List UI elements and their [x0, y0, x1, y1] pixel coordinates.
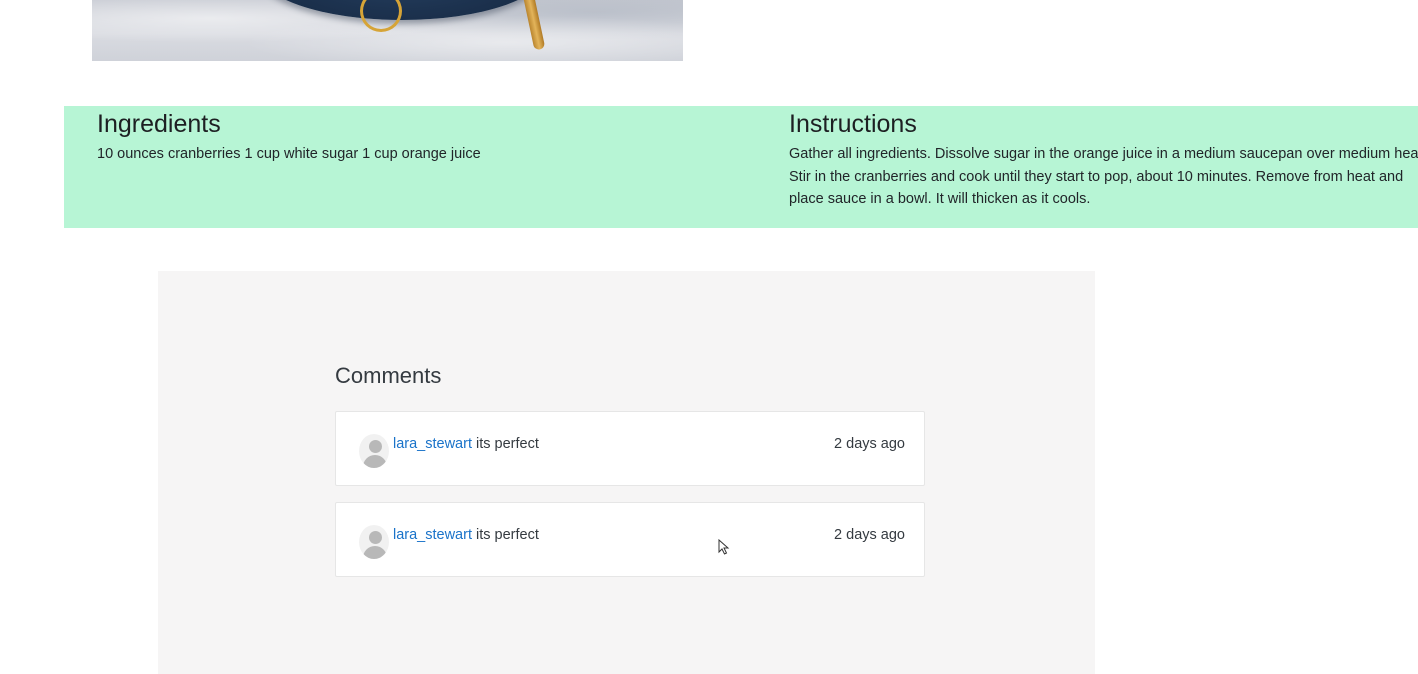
spoon-graphic	[521, 0, 546, 51]
instructions-title: Instructions	[789, 110, 917, 138]
instructions-text: Gather all ingredients. Dissolve sugar i…	[789, 146, 1418, 207]
orange-peel-graphic	[360, 0, 402, 32]
instructions-section: Instructions Gather all ingredients. Dis…	[789, 106, 1418, 211]
comment-timestamp: 2 days ago	[834, 436, 905, 452]
recipe-image	[92, 0, 683, 61]
comment-username-link[interactable]: lara_stewart	[393, 436, 472, 452]
comment-item: lara_stewart its perfect 2 days ago	[335, 411, 925, 486]
ingredients-text: 10 ounces cranberries 1 cup white sugar …	[97, 146, 481, 162]
recipe-page: Ingredients 10 ounces cranberries 1 cup …	[0, 0, 1418, 674]
comment-message: its perfect	[476, 436, 539, 452]
comment-timestamp: 2 days ago	[834, 527, 905, 543]
user-avatar-icon	[359, 525, 389, 559]
comment-message: its perfect	[476, 527, 539, 543]
comment-body: lara_stewart its perfect	[393, 525, 539, 545]
mouse-pointer-icon	[718, 539, 730, 555]
comments-title: Comments	[335, 363, 442, 388]
comment-username-link[interactable]: lara_stewart	[393, 527, 472, 543]
ingredients-section: Ingredients 10 ounces cranberries 1 cup …	[97, 106, 747, 166]
comment-body: lara_stewart its perfect	[393, 434, 539, 454]
user-avatar-icon	[359, 434, 389, 468]
comments-panel: Comments lara_stewart its perfect 2 days…	[158, 271, 1095, 674]
bowl-graphic	[257, 0, 547, 20]
comment-item: lara_stewart its perfect 2 days ago	[335, 502, 925, 577]
ingredients-title: Ingredients	[97, 110, 221, 138]
recipe-details-band: Ingredients 10 ounces cranberries 1 cup …	[64, 106, 1418, 228]
